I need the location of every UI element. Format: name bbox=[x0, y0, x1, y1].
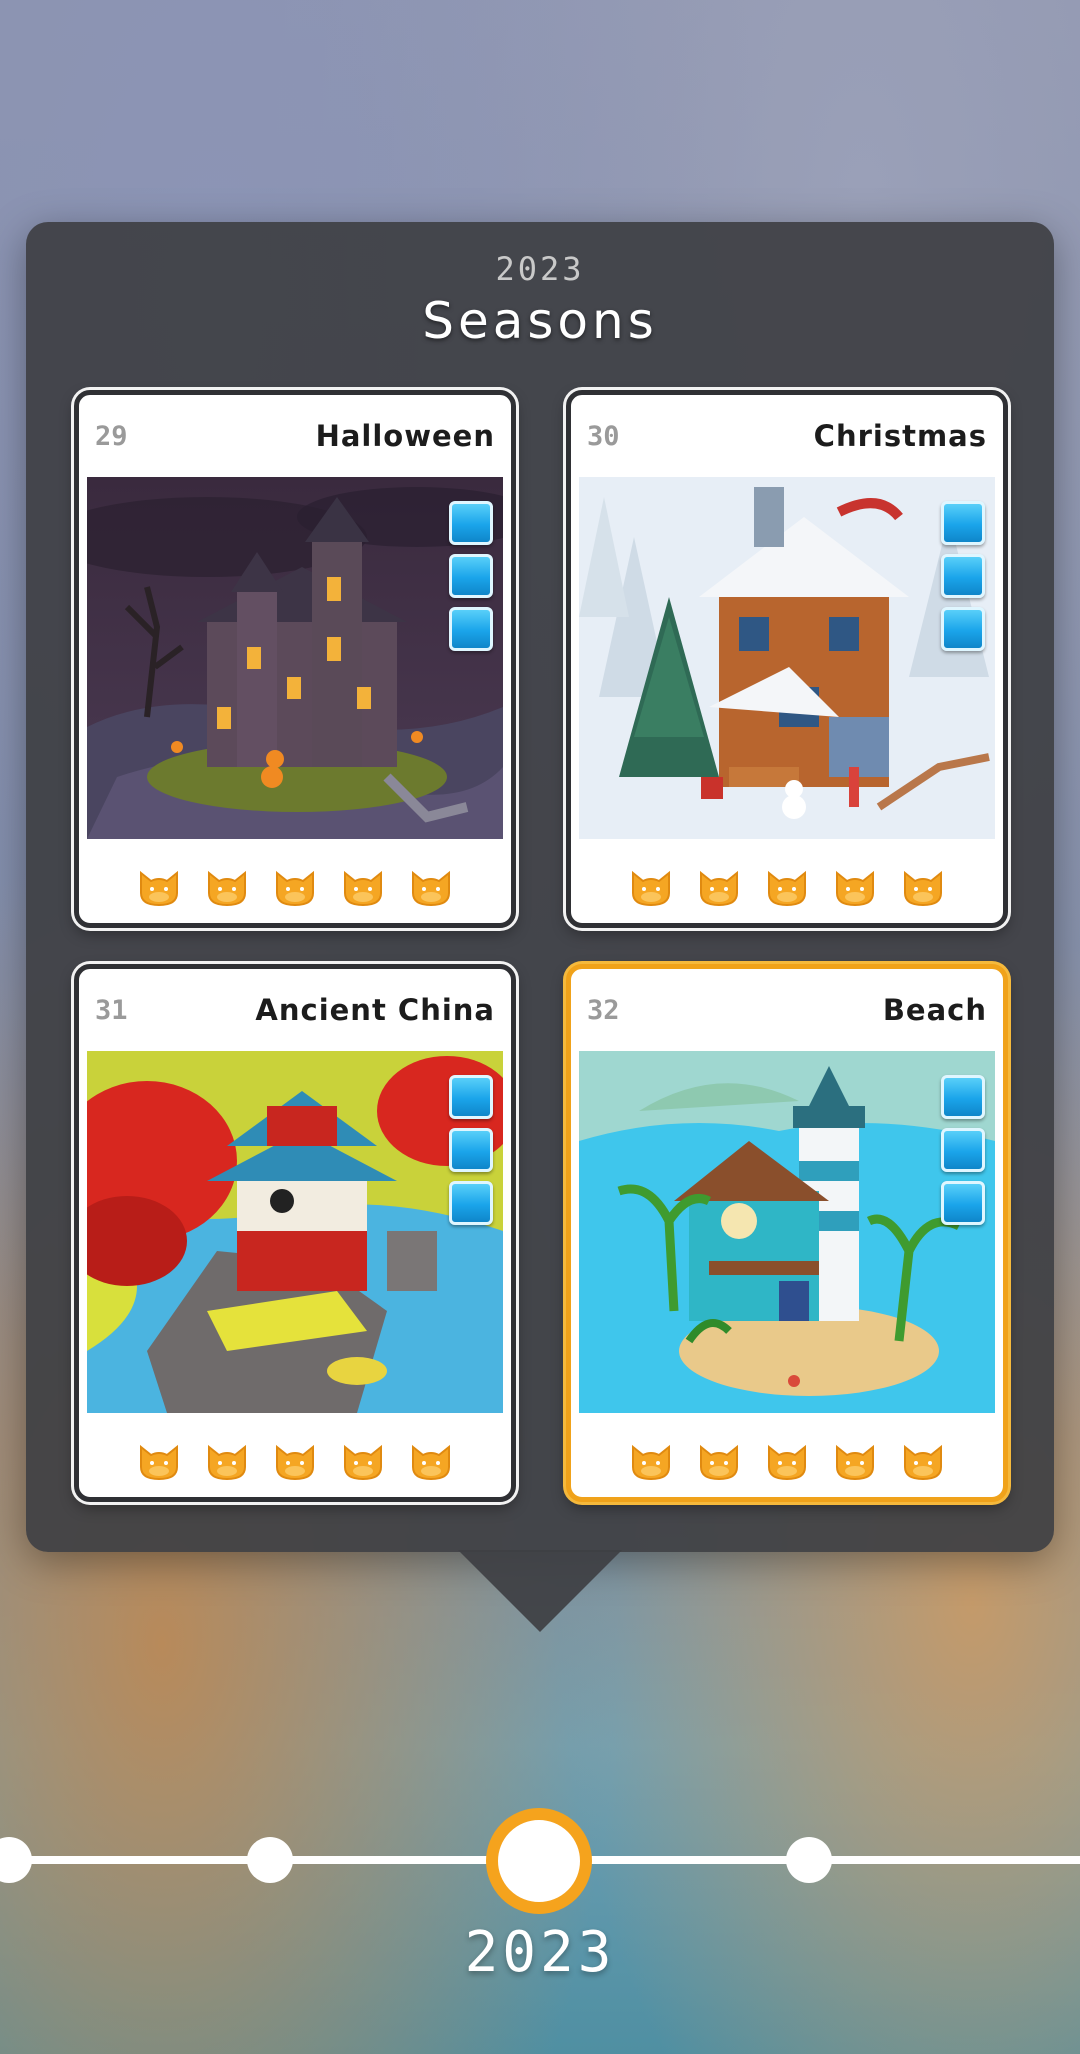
cat-icon bbox=[629, 1441, 673, 1481]
progress-square bbox=[941, 607, 985, 651]
progress-square bbox=[449, 554, 493, 598]
progress-square bbox=[941, 1181, 985, 1225]
cat-icon bbox=[273, 867, 317, 907]
cat-icon bbox=[341, 867, 385, 907]
card-title: Halloween bbox=[315, 419, 495, 453]
progress-square bbox=[449, 1128, 493, 1172]
cat-icon bbox=[629, 867, 673, 907]
timeline-node-current[interactable] bbox=[486, 1808, 592, 1914]
card-header: 30 Christmas bbox=[571, 395, 1003, 477]
snowy-cabin-image bbox=[579, 477, 995, 839]
cat-icon bbox=[409, 1441, 453, 1481]
cat-icon bbox=[205, 1441, 249, 1481]
timeline-year-label: 2023 bbox=[464, 1920, 616, 1985]
chinese-pagoda-image bbox=[87, 1051, 503, 1413]
card-header: 32 Beach bbox=[571, 969, 1003, 1051]
progress-square bbox=[449, 501, 493, 545]
progress-square bbox=[449, 1181, 493, 1225]
cat-icon bbox=[901, 1441, 945, 1481]
card-title: Christmas bbox=[813, 419, 987, 453]
cat-icon bbox=[205, 867, 249, 907]
progress-squares bbox=[449, 501, 493, 651]
card-header: 31 Ancient China bbox=[79, 969, 511, 1051]
progress-squares bbox=[941, 501, 985, 651]
card-number: 31 bbox=[95, 995, 128, 1026]
progress-square bbox=[941, 554, 985, 598]
cat-icon bbox=[697, 867, 741, 907]
card-number: 29 bbox=[95, 421, 128, 452]
progress-square bbox=[449, 607, 493, 651]
progress-square bbox=[941, 501, 985, 545]
progress-squares bbox=[449, 1075, 493, 1225]
cat-icon bbox=[137, 867, 181, 907]
cat-icon bbox=[137, 1441, 181, 1481]
season-card-beach[interactable]: 32 Beach bbox=[566, 964, 1008, 1502]
progress-square bbox=[941, 1128, 985, 1172]
season-card-halloween[interactable]: 29 Halloween bbox=[74, 390, 516, 928]
cat-icon bbox=[273, 1441, 317, 1481]
cat-rating bbox=[571, 867, 1003, 907]
cat-icon bbox=[901, 867, 945, 907]
cat-icon bbox=[833, 867, 877, 907]
card-header: 29 Halloween bbox=[79, 395, 511, 477]
seasons-popup: 2023 Seasons 29 Halloween 30 Christmas 3… bbox=[26, 222, 1054, 1552]
progress-square bbox=[941, 1075, 985, 1119]
timeline-node[interactable] bbox=[0, 1837, 32, 1883]
card-number: 32 bbox=[587, 995, 620, 1026]
cat-icon bbox=[833, 1441, 877, 1481]
season-card-ancient-china[interactable]: 31 Ancient China bbox=[74, 964, 516, 1502]
cat-rating bbox=[79, 867, 511, 907]
cat-icon bbox=[697, 1441, 741, 1481]
timeline-node[interactable] bbox=[247, 1837, 293, 1883]
cat-rating bbox=[571, 1441, 1003, 1481]
cat-icon bbox=[341, 1441, 385, 1481]
progress-squares bbox=[941, 1075, 985, 1225]
popup-year: 2023 bbox=[495, 250, 585, 288]
season-card-christmas[interactable]: 30 Christmas bbox=[566, 390, 1008, 928]
cat-rating bbox=[79, 1441, 511, 1481]
card-title: Beach bbox=[882, 993, 987, 1027]
card-number: 30 bbox=[587, 421, 620, 452]
progress-square bbox=[449, 1075, 493, 1119]
card-title: Ancient China bbox=[255, 993, 495, 1027]
timeline-node[interactable] bbox=[786, 1837, 832, 1883]
beach-lighthouse-image bbox=[579, 1051, 995, 1413]
cat-icon bbox=[765, 867, 809, 907]
popup-pointer bbox=[458, 1550, 622, 1632]
popup-title: Seasons bbox=[422, 292, 658, 350]
cat-icon bbox=[765, 1441, 809, 1481]
cat-icon bbox=[409, 867, 453, 907]
seasons-screen: 2023 Seasons 29 Halloween 30 Christmas 3… bbox=[0, 0, 1080, 2054]
haunted-mansion-image bbox=[87, 477, 503, 839]
